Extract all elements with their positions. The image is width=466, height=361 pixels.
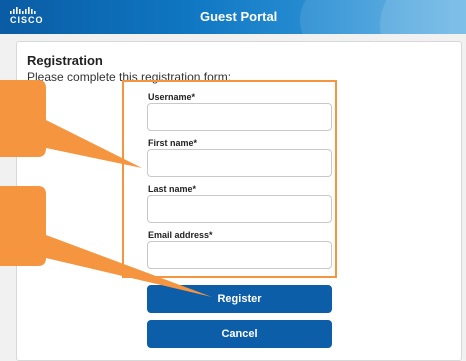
email-label: Email address* [148, 230, 213, 240]
registration-instructions: Please complete this registration form: [27, 70, 232, 84]
page-title: Guest Portal [200, 9, 278, 24]
logo-text: CISCO [10, 15, 44, 25]
registration-heading: Registration [27, 53, 103, 68]
last-name-field[interactable] [147, 195, 332, 223]
username-field[interactable] [147, 103, 332, 131]
cisco-logo: CISCO [10, 6, 44, 28]
username-label: Username* [148, 92, 196, 102]
cisco-bars-icon [10, 7, 36, 14]
cancel-button[interactable]: Cancel [147, 320, 332, 348]
portal-header: CISCO Guest Portal [0, 0, 466, 34]
email-field[interactable] [147, 241, 332, 269]
first-name-label: First name* [148, 138, 198, 148]
last-name-label: Last name* [148, 184, 197, 194]
register-button[interactable]: Register [147, 285, 332, 313]
header-decoration [380, 0, 466, 34]
first-name-field[interactable] [147, 149, 332, 177]
